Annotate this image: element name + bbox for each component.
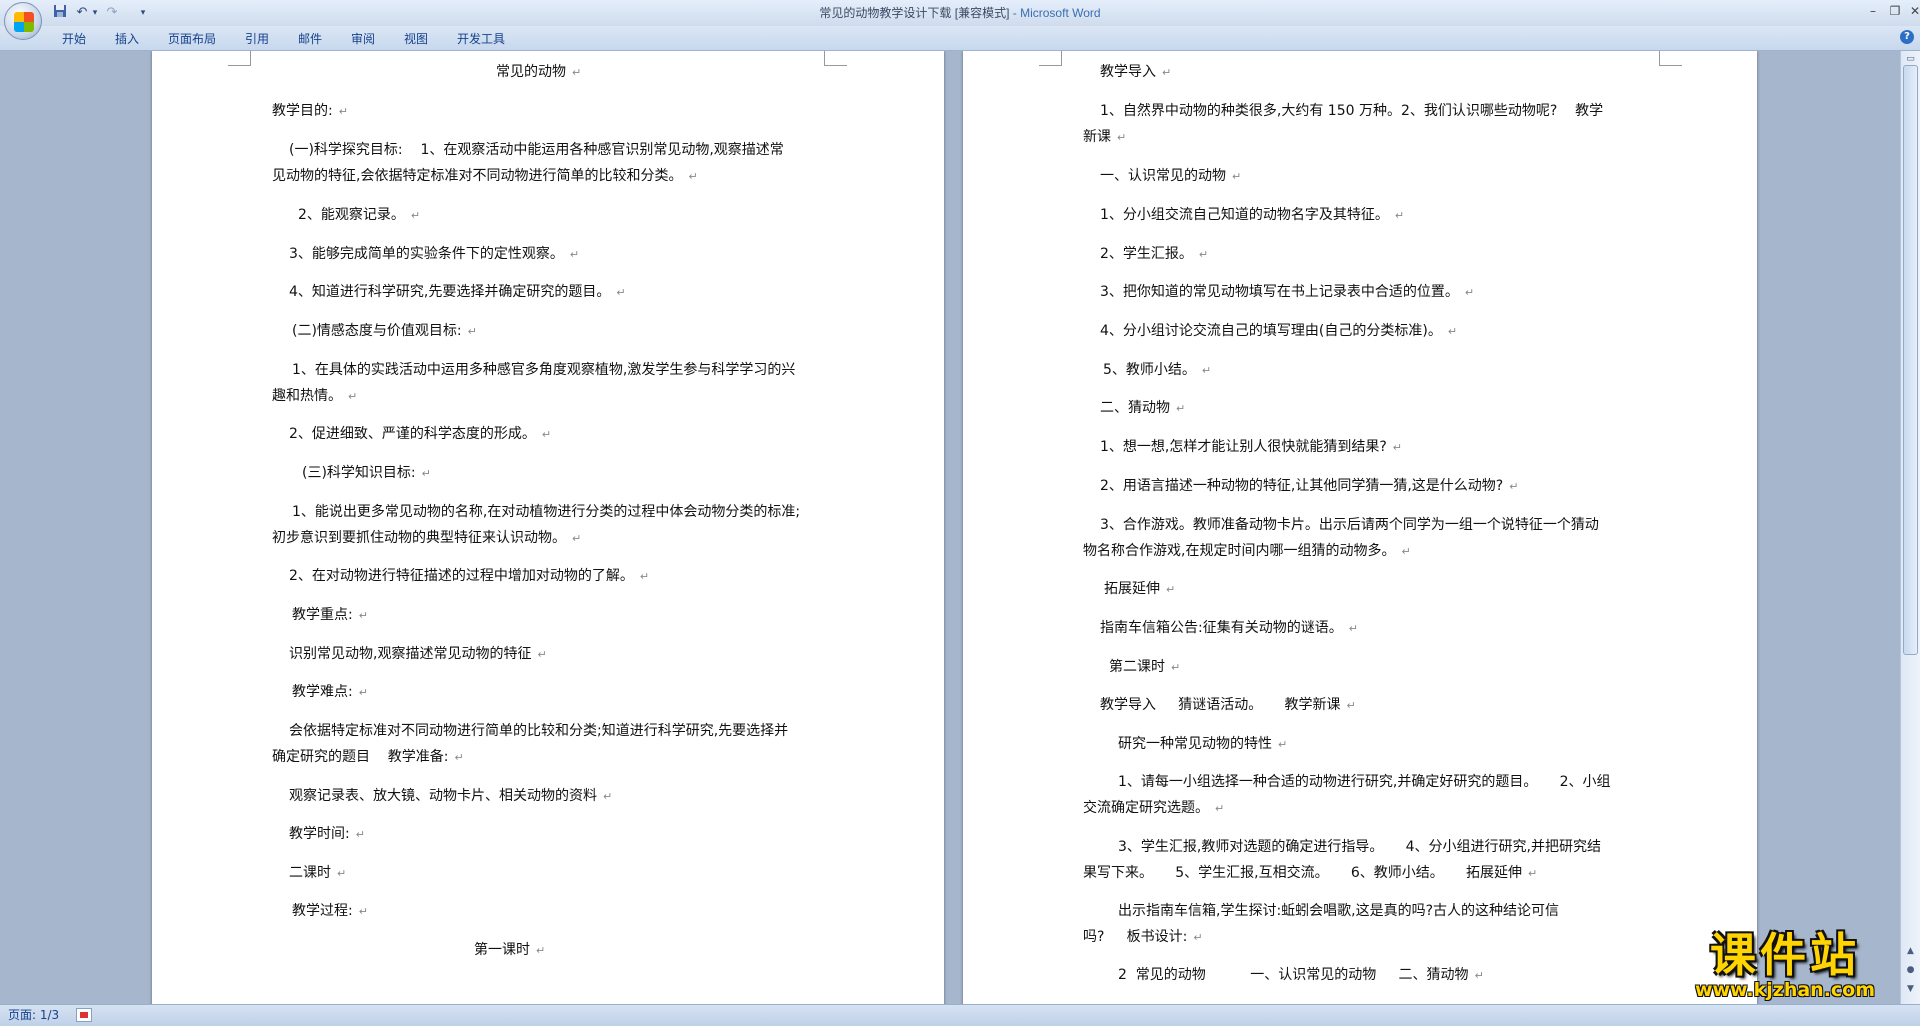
watermark-text: 课件站 (1710, 928, 1860, 982)
restore-icon[interactable]: ❐ (1884, 2, 1906, 20)
paragraph: 识别常见动物,观察描述常见动物的特征 ↵ (289, 646, 547, 662)
tab-home[interactable]: 开始 (60, 30, 88, 48)
tab-references[interactable]: 引用 (243, 30, 271, 48)
paragraph: 4、知道进行科学研究,先要选择并确定研究的题目。 ↵ (289, 284, 626, 300)
crop-mark (824, 51, 847, 66)
scroll-thumb[interactable] (1903, 65, 1918, 655)
vertical-scrollbar[interactable]: ▭ ▲ ● ▼ (1900, 51, 1920, 1004)
tab-page-layout[interactable]: 页面布局 (166, 30, 218, 48)
window-title: 常见的动物教学设计下载 [兼容模式] - Microsoft Word (819, 6, 1101, 20)
paragraph: 3、学生汇报,教师对选题的确定进行指导。 4、分小组进行研究,并把研究结 (1118, 839, 1601, 855)
document-page-1[interactable]: 常见的动物 ↵ 教学目的: ↵ (一)科学探究目标: 1、在观察活动中能运用各种感官… (152, 51, 944, 1004)
paragraph: 拓展延伸 ↵ (1104, 581, 1176, 597)
paragraph: 二课时 ↵ (289, 865, 347, 881)
paragraph: 3、把你知道的常见动物填写在书上记录表中合适的位置。 ↵ (1100, 284, 1475, 300)
paragraph: 2、在对动物进行特征描述的过程中增加对动物的了解。 ↵ (289, 568, 650, 584)
paragraph: 物名称合作游戏,在规定时间内哪一组猜的动物多。 ↵ (1083, 543, 1411, 559)
paragraph: 二、猜动物 ↵ (1100, 400, 1186, 416)
paragraph: 教学目的: ↵ (272, 103, 348, 119)
paragraph: 5、教师小结。 ↵ (1103, 362, 1212, 378)
undo-dropdown-icon[interactable]: ▾ (90, 4, 100, 22)
paragraph: 1、请每一小组选择一种合适的动物进行研究,并确定好研究的题目。 2、小组 (1118, 774, 1611, 790)
paragraph: 指南车信箱公告:征集有关动物的谜语。 ↵ (1100, 620, 1358, 636)
paragraph: 趣和热情。 ↵ (272, 388, 358, 404)
paragraph: 1、在具体的实践活动中运用多种感官多角度观察植物,激发学生参与科学学习的兴 (292, 362, 796, 378)
watermark-url: www.kjzhan.com (1694, 979, 1876, 1001)
paragraph: 3、能够完成简单的实验条件下的定性观察。 ↵ (289, 246, 580, 262)
save-icon[interactable] (52, 4, 68, 22)
minimize-icon[interactable]: – (1862, 2, 1884, 20)
page-count-status[interactable]: 页面: 1/3 (8, 1007, 59, 1024)
crop-mark (1659, 51, 1682, 66)
office-button[interactable] (4, 2, 42, 40)
redo-icon[interactable]: ↷ (104, 4, 120, 22)
paragraph: 确定研究的题目 教学准备: ↵ (272, 749, 464, 765)
tab-developer[interactable]: 开发工具 (455, 30, 507, 48)
proofing-icon[interactable] (76, 1008, 92, 1022)
paragraph: 2、能观察记录。 ↵ (298, 207, 421, 223)
paragraph: 教学重点: ↵ (292, 607, 368, 623)
office-logo-icon (14, 12, 34, 32)
paragraph: 教学导入 猜谜语活动。 教学新课 ↵ (1100, 697, 1356, 713)
tab-insert[interactable]: 插入 (113, 30, 141, 48)
paragraph: 2、用语言描述一种动物的特征,让其他同学猜一猜,这是什么动物? ↵ (1100, 478, 1519, 494)
status-bar: 页面: 1/3 (0, 1004, 1920, 1026)
paragraph: 1、能说出更多常见动物的名称,在对动植物进行分类的过程中体会动物分类的标准; (292, 504, 801, 520)
ribbon-tab-bar: 开始 插入 页面布局 引用 邮件 审阅 视图 开发工具 ? (0, 26, 1920, 51)
paragraph: (二)情感态度与价值观目标: ↵ (292, 323, 477, 339)
paragraph: 第二课时 ↵ (1109, 659, 1181, 675)
paragraph: 会依据特定标准对不同动物进行简单的比较和分类;知道进行科学研究,先要选择并 (289, 723, 789, 739)
paragraph: 2、促进细致、严谨的科学态度的形成。 ↵ (289, 426, 552, 442)
watermark-logo: 课件站 www.kjzhan.com (1660, 930, 1910, 1000)
paragraph: 3、合作游戏。教师准备动物卡片。出示后请两个同学为一组一个说特征一个猜动 (1100, 517, 1599, 533)
paragraph: 新课 ↵ (1083, 129, 1127, 145)
paragraph: 1、自然界中动物的种类很多,大约有 150 万种。2、我们认识哪些动物呢? 教学 (1100, 103, 1604, 119)
crop-mark (228, 51, 251, 66)
paragraph: 教学难点: ↵ (292, 684, 368, 700)
paragraph: 教学过程: ↵ (292, 903, 368, 919)
document-area[interactable]: 常见的动物 ↵ 教学目的: ↵ (一)科学探究目标: 1、在观察活动中能运用各种感官… (0, 51, 1900, 1004)
paragraph: 研究一种常见动物的特性 ↵ (1118, 736, 1288, 752)
paragraph: 1、想一想,怎样才能让别人很快就能猜到结果? ↵ (1100, 439, 1403, 455)
paragraph: 一、认识常见的动物 ↵ (1100, 168, 1242, 184)
help-icon[interactable]: ? (1900, 30, 1914, 44)
paragraph: 观察记录表、放大镜、动物卡片、相关动物的资料 ↵ (289, 788, 613, 804)
paragraph: 初步意识到要抓住动物的典型特征来认识动物。 ↵ (272, 530, 582, 546)
close-icon[interactable]: ✕ (1904, 2, 1920, 20)
paragraph: 2、学生汇报。 ↵ (1100, 246, 1209, 262)
doc-title: 常见的动物 ↵ (496, 64, 582, 80)
paragraph: 教学时间: ↵ (289, 826, 365, 842)
tab-view[interactable]: 视图 (402, 30, 430, 48)
tab-mailings[interactable]: 邮件 (296, 30, 324, 48)
paragraph: (三)科学知识目标: ↵ (302, 465, 431, 481)
paragraph: 1、分小组交流自己知道的动物名字及其特征。 ↵ (1100, 207, 1405, 223)
paragraph: 2 常见的动物 一、认识常见的动物 二、猜动物 ↵ (1118, 967, 1484, 983)
paragraph: 果写下来。 5、学生汇报,互相交流。 6、教师小结。 拓展延伸 ↵ (1083, 865, 1538, 881)
paragraph: 第一课时 ↵ (474, 942, 546, 958)
paragraph: 教学导入 ↵ (1100, 64, 1172, 80)
crop-mark (1039, 51, 1062, 66)
paragraph: 出示指南车信箱,学生探讨:蚯蚓会唱歌,这是真的吗?古人的这种结论可信 (1118, 903, 1560, 919)
title-bar: ↶ ▾ ↷ ▾ 常见的动物教学设计下载 [兼容模式] - Microsoft W… (0, 0, 1920, 26)
paragraph: 4、分小组讨论交流自己的填写理由(自己的分类标准)。 ↵ (1100, 323, 1458, 339)
paragraph: (一)科学探究目标: 1、在观察活动中能运用各种感官识别常见动物,观察描述常 (289, 142, 784, 158)
tab-review[interactable]: 审阅 (349, 30, 377, 48)
paragraph: 见动物的特征,会依据特定标准对不同动物进行简单的比较和分类。 ↵ (272, 168, 698, 184)
paragraph: 交流确定研究选题。 ↵ (1083, 800, 1225, 816)
paragraph: 吗? 板书设计: ↵ (1083, 929, 1203, 945)
undo-icon[interactable]: ↶ (74, 4, 90, 22)
customize-toolbar-icon[interactable]: ▾ (138, 4, 148, 22)
document-page-2[interactable]: 教学导入 ↵ 1、自然界中动物的种类很多,大约有 150 万种。2、我们认识哪些动… (963, 51, 1757, 1004)
